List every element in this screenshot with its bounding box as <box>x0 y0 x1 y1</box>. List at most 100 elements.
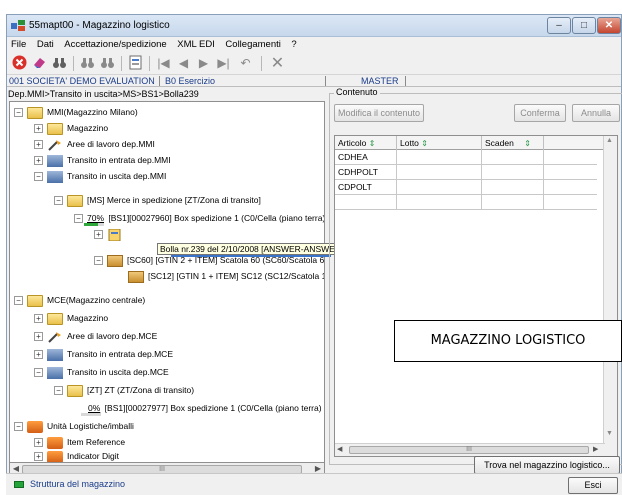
cell-lotto[interactable] <box>397 180 482 195</box>
expand-icon[interactable]: + <box>34 332 43 342</box>
expand-icon[interactable]: + <box>34 156 43 166</box>
modify-content-button[interactable]: Modifica il contenuto <box>334 104 424 122</box>
folder-icon <box>67 194 83 207</box>
expand-icon[interactable]: + <box>34 350 43 360</box>
tree-node-magazzino-mce[interactable]: + Magazzino <box>34 310 108 326</box>
menu-file[interactable]: File <box>7 37 30 52</box>
scroll-down-icon[interactable]: ▼ <box>606 430 613 437</box>
column-label: Articolo <box>338 138 367 148</box>
tree-node-mce[interactable]: − MCE(Magazzino centrale) <box>14 292 145 308</box>
table-row[interactable]: CDHPOLT <box>335 165 597 180</box>
cell-articolo[interactable]: CDHPOLT <box>335 165 397 180</box>
confirm-button[interactable]: Conferma <box>514 104 566 122</box>
menu-accettazione-spedizione[interactable]: Accettazione/spedizione <box>60 37 170 52</box>
title-bar[interactable]: 55mapt00 - Magazzino logistico – □ ✕ <box>7 15 621 37</box>
cell-scaden[interactable] <box>482 195 544 210</box>
expand-icon[interactable]: + <box>34 438 43 448</box>
column-label: Lotto <box>400 138 419 148</box>
scroll-right-icon[interactable]: ▶ <box>593 445 598 453</box>
scroll-thumb[interactable]: III <box>349 446 589 454</box>
content-grid[interactable]: Articolo ⇕ Lotto ⇕ Scaden ⇕ CDHEA CDHPOL… <box>334 135 618 457</box>
menu-help[interactable]: ? <box>287 37 300 52</box>
cell-scaden[interactable] <box>482 165 544 180</box>
tree-node-aree-lavoro-mce[interactable]: + Aree di lavoro dep.MCE <box>34 328 157 344</box>
prev-record-icon[interactable]: ◀ <box>175 55 192 72</box>
cell-articolo[interactable]: CDHEA <box>335 150 397 165</box>
close-x-icon[interactable]: ✕ <box>269 55 286 72</box>
scroll-left-icon[interactable]: ◀ <box>337 445 342 453</box>
expand-icon[interactable]: + <box>34 124 43 134</box>
table-row[interactable]: CDHEA <box>335 150 597 165</box>
tree-node-unita-logistiche[interactable]: − Unità Logistiche/imballi <box>14 418 134 434</box>
binoculars-icon[interactable] <box>51 55 68 72</box>
tree-node-magazzino[interactable]: + Magazzino <box>34 120 108 136</box>
column-header-articolo[interactable]: Articolo ⇕ <box>335 136 397 150</box>
column-header-scaden[interactable]: Scaden ⇕ <box>482 136 544 150</box>
exit-button[interactable]: Esci <box>568 477 618 494</box>
collapse-icon[interactable]: − <box>54 386 63 396</box>
minimize-button[interactable]: – <box>547 17 571 34</box>
grid-header: Articolo ⇕ Lotto ⇕ Scaden ⇕ <box>335 136 617 150</box>
cell-lotto[interactable] <box>397 150 482 165</box>
tree-node-bolla[interactable]: + <box>94 226 127 242</box>
tree-node-box-bs1[interactable]: −70% [BS1][00027960] Box spedizione 1 (C… <box>74 210 324 227</box>
collapse-icon[interactable]: − <box>34 172 43 182</box>
tree-node-label: Magazzino <box>67 123 109 133</box>
collapse-icon[interactable]: − <box>54 196 63 206</box>
tree-node-label: Transito in uscita dep.MCE <box>67 367 169 377</box>
tree-node-transito-entrata-mce[interactable]: + Transito in entrata dep.MCE <box>34 346 173 362</box>
tree-node-indicator-digit[interactable]: + Indicator Digit <box>34 448 119 462</box>
tree-node-transito-uscita[interactable]: − Transito in uscita dep.MMI <box>34 168 166 184</box>
sort-icon: ⇕ <box>421 139 428 148</box>
tree-node-mmi[interactable]: − MMI(Magazzino Milano) <box>14 104 138 120</box>
expand-icon[interactable]: + <box>34 140 43 150</box>
cell-articolo[interactable]: CDPOLT <box>335 180 397 195</box>
collapse-icon[interactable]: − <box>74 214 83 224</box>
collapse-icon[interactable]: − <box>14 296 23 306</box>
tree-node-label: [BS1][00027977] Box spedizione 1 (C0/Cel… <box>104 403 322 413</box>
tree-node-box-bs1-mce[interactable]: 0% [BS1][00027977] Box spedizione 1 (C0/… <box>80 400 322 417</box>
expand-icon[interactable]: + <box>34 314 43 324</box>
collapse-icon[interactable]: − <box>14 108 23 118</box>
grid-horizontal-scrollbar[interactable]: ◀ III ▶ <box>335 443 605 456</box>
last-record-icon[interactable]: ▶| <box>215 55 232 72</box>
column-header-lotto[interactable]: Lotto ⇕ <box>397 136 482 150</box>
tree-node-aree-lavoro[interactable]: + Aree di lavoro dep.MMI <box>34 136 155 152</box>
grid-vertical-scrollbar[interactable]: ▲ ▼ <box>603 136 617 456</box>
menu-xml-edi[interactable]: XML EDI <box>173 37 219 52</box>
tree-node-label: Aree di lavoro dep.MCE <box>67 331 158 341</box>
table-row[interactable] <box>335 195 597 210</box>
delete-icon[interactable] <box>11 55 28 72</box>
collapse-icon[interactable]: − <box>94 256 103 266</box>
find-in-warehouse-button[interactable]: Trova nel magazzino logistico... <box>474 456 620 474</box>
table-row[interactable]: CDPOLT <box>335 180 597 195</box>
maximize-button[interactable]: □ <box>572 17 596 34</box>
next-record-icon[interactable]: ▶ <box>195 55 212 72</box>
collapse-icon[interactable]: − <box>34 368 43 378</box>
first-record-icon[interactable]: |◀ <box>155 55 172 72</box>
tree-node-sc12[interactable]: [SC12] [GTIN 1 + ITEM] SC12 (SC12/Scatol… <box>128 268 324 284</box>
cell-lotto[interactable] <box>397 165 482 180</box>
expand-icon[interactable]: + <box>94 230 103 240</box>
warehouse-tree[interactable]: − MMI(Magazzino Milano) + Magazzino + Aree … <box>9 101 325 463</box>
cell-articolo[interactable] <box>335 195 397 210</box>
scroll-up-icon[interactable]: ▲ <box>606 137 613 144</box>
tree-node-transito-uscita-mce[interactable]: − Transito in uscita dep.MCE <box>34 364 169 380</box>
report-icon[interactable] <box>127 55 144 72</box>
find-prev-icon[interactable] <box>79 55 96 72</box>
undo-icon[interactable]: ↶ <box>237 55 254 72</box>
cancel-button[interactable]: Annulla <box>572 104 620 122</box>
menu-collegamenti[interactable]: Collegamenti <box>221 37 284 52</box>
cell-scaden[interactable] <box>482 150 544 165</box>
cell-scaden[interactable] <box>482 180 544 195</box>
tree-node-merce-spedizione[interactable]: − [MS] Merce in spedizione [ZT/Zona di tr… <box>54 192 261 208</box>
menu-dati[interactable]: Dati <box>33 37 58 52</box>
tree-node-transito-entrata[interactable]: + Transito in entrata dep.MMI <box>34 152 171 168</box>
collapse-icon[interactable]: − <box>14 422 23 432</box>
tree-node-zt[interactable]: − [ZT] ZT (ZT/Zona di transito) <box>54 382 194 398</box>
eraser-icon[interactable] <box>31 55 48 72</box>
close-button[interactable]: ✕ <box>597 17 621 34</box>
cell-lotto[interactable] <box>397 195 482 210</box>
find-next-icon[interactable] <box>99 55 116 72</box>
expand-icon[interactable]: + <box>34 452 43 462</box>
